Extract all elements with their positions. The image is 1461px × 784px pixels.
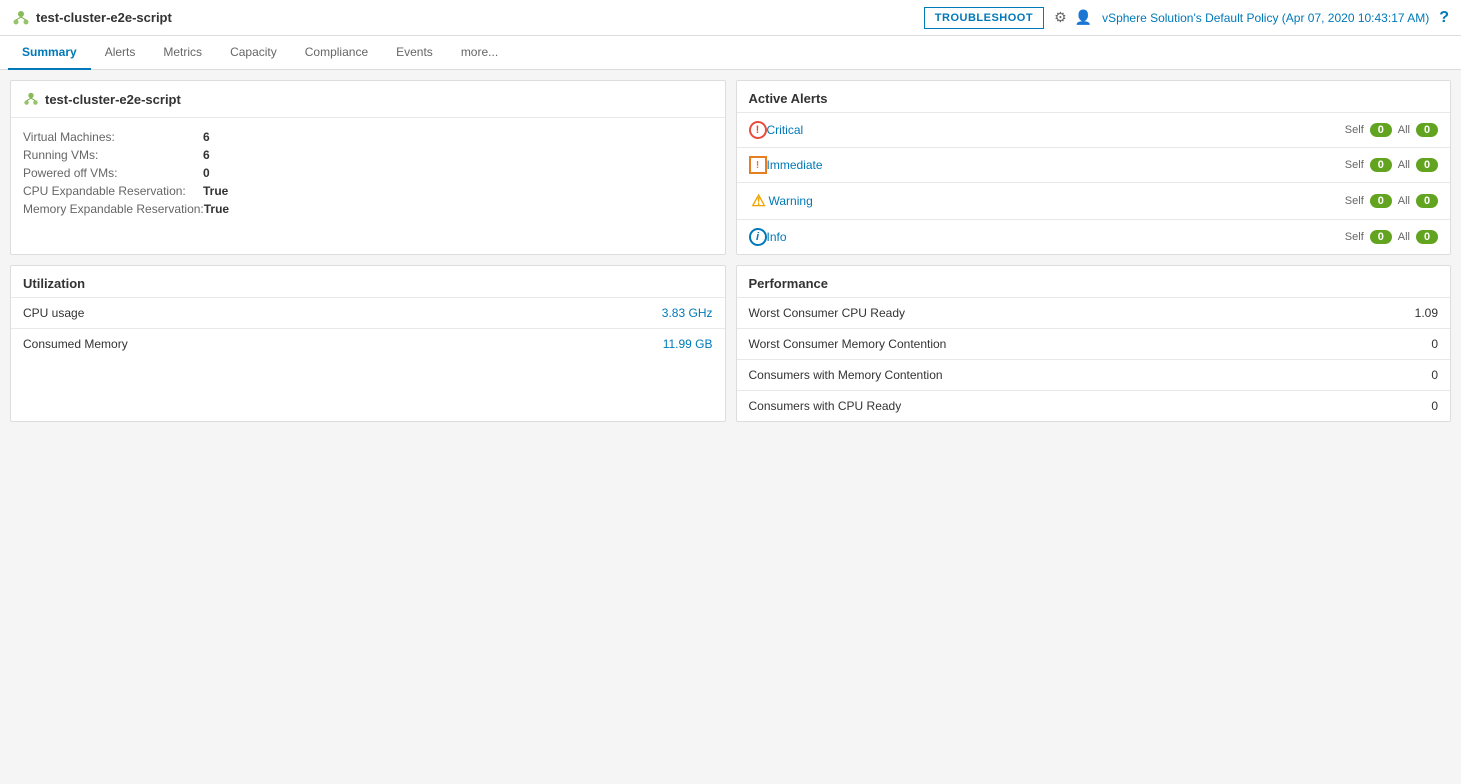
util-name-cpu: CPU usage [23, 306, 84, 320]
top-bar-right: TROUBLESHOOT ⚙ 👤 vSphere Solution's Defa… [924, 7, 1449, 29]
all-label-warning: All [1398, 195, 1410, 207]
top-bar-left: test-cluster-e2e-script [12, 9, 172, 27]
util-row-memory: Consumed Memory 11.99 GB [11, 329, 725, 359]
utilization-header: Utilization [11, 266, 725, 298]
info-row-cpu-expandable: CPU Expandable Reservation: True [23, 182, 713, 200]
all-count-warning: 0 [1416, 194, 1438, 208]
perf-value-cpu-ready: 1.09 [1415, 306, 1438, 320]
util-value-memory: 11.99 GB [663, 337, 713, 351]
cluster-name-title: test-cluster-e2e-script [36, 10, 172, 25]
info-row-running: Running VMs: 6 [23, 146, 713, 164]
performance-title: Performance [749, 276, 828, 291]
perf-row-consumers-mem: Consumers with Memory Contention 0 [737, 360, 1451, 391]
all-label-critical: All [1398, 124, 1410, 136]
alert-counts-info: Self 0 All 0 [1345, 230, 1438, 244]
util-name-memory: Consumed Memory [23, 337, 128, 351]
top-bar-icons: ⚙ 👤 [1054, 9, 1092, 26]
cluster-info-header: test-cluster-e2e-script [11, 81, 725, 118]
info-label-vms: Virtual Machines: [23, 130, 203, 144]
perf-value-mem-contention: 0 [1431, 337, 1438, 351]
nav-tabs: Summary Alerts Metrics Capacity Complian… [0, 36, 1461, 70]
perf-value-consumers-cpu: 0 [1431, 399, 1438, 413]
self-label-immediate: Self [1345, 159, 1364, 171]
alert-row-info: i Info Self 0 All 0 [737, 220, 1451, 254]
info-label-cpu-expandable: CPU Expandable Reservation: [23, 184, 203, 198]
util-value-cpu: 3.83 GHz [662, 306, 713, 320]
self-label-warning: Self [1345, 195, 1364, 207]
alert-name-immediate[interactable]: Immediate [767, 158, 1345, 172]
all-count-info: 0 [1416, 230, 1438, 244]
self-count-warning: 0 [1370, 194, 1392, 208]
all-label-info: All [1398, 231, 1410, 243]
info-value-powered-off: 0 [203, 166, 210, 180]
alerts-title: Active Alerts [749, 91, 828, 106]
info-label-running: Running VMs: [23, 148, 203, 162]
performance-card: Performance Worst Consumer CPU Ready 1.0… [736, 265, 1452, 422]
cluster-icon [12, 9, 30, 27]
self-label-critical: Self [1345, 124, 1364, 136]
info-value-vms: 6 [203, 130, 210, 144]
info-row-mem-expandable: Memory Expandable Reservation: True [23, 200, 713, 218]
alert-name-critical[interactable]: Critical [767, 123, 1345, 137]
all-count-critical: 0 [1416, 123, 1438, 137]
info-value-cpu-expandable: True [203, 184, 228, 198]
tab-metrics[interactable]: Metrics [149, 36, 216, 70]
all-count-immediate: 0 [1416, 158, 1438, 172]
cluster-info-card: test-cluster-e2e-script Virtual Machines… [10, 80, 726, 255]
info-label-powered-off: Powered off VMs: [23, 166, 203, 180]
perf-name-cpu-ready: Worst Consumer CPU Ready [749, 306, 906, 320]
info-value-mem-expandable: True [204, 202, 229, 216]
info-icon: i [749, 228, 767, 246]
alerts-header: Active Alerts [737, 81, 1451, 113]
self-count-immediate: 0 [1370, 158, 1392, 172]
tab-capacity[interactable]: Capacity [216, 36, 291, 70]
all-label-immediate: All [1398, 159, 1410, 171]
self-count-info: 0 [1370, 230, 1392, 244]
alert-row-immediate: ! Immediate Self 0 All 0 [737, 148, 1451, 183]
alert-counts-immediate: Self 0 All 0 [1345, 158, 1438, 172]
active-alerts-card: Active Alerts ! Critical Self 0 All 0 ! … [736, 80, 1452, 255]
top-bar: test-cluster-e2e-script TROUBLESHOOT ⚙ 👤… [0, 0, 1461, 36]
perf-name-consumers-cpu: Consumers with CPU Ready [749, 399, 902, 413]
cluster-info-table: Virtual Machines: 6 Running VMs: 6 Power… [11, 118, 725, 228]
immediate-icon: ! [749, 156, 767, 174]
perf-value-consumers-mem: 0 [1431, 368, 1438, 382]
utilization-card: Utilization CPU usage 3.83 GHz Consumed … [10, 265, 726, 422]
util-row-cpu: CPU usage 3.83 GHz [11, 298, 725, 329]
policy-link[interactable]: vSphere Solution's Default Policy (Apr 0… [1102, 11, 1429, 25]
alert-counts-critical: Self 0 All 0 [1345, 123, 1438, 137]
info-value-running: 6 [203, 148, 210, 162]
user-icon[interactable]: 👤 [1075, 9, 1092, 26]
performance-header: Performance [737, 266, 1451, 298]
alert-name-warning[interactable]: Warning [769, 194, 1345, 208]
utilization-title: Utilization [23, 276, 85, 291]
perf-name-consumers-mem: Consumers with Memory Contention [749, 368, 943, 382]
perf-row-cpu-ready: Worst Consumer CPU Ready 1.09 [737, 298, 1451, 329]
warning-icon: ⚠ [749, 191, 769, 211]
cluster-info-title: test-cluster-e2e-script [45, 92, 181, 107]
tab-compliance[interactable]: Compliance [291, 36, 382, 70]
self-count-critical: 0 [1370, 123, 1392, 137]
alert-counts-warning: Self 0 All 0 [1345, 194, 1438, 208]
info-row-powered-off: Powered off VMs: 0 [23, 164, 713, 182]
tab-events[interactable]: Events [382, 36, 447, 70]
main-content: test-cluster-e2e-script Virtual Machines… [0, 70, 1461, 432]
tab-alerts[interactable]: Alerts [91, 36, 150, 70]
help-icon[interactable]: ? [1439, 9, 1449, 27]
info-label-mem-expandable: Memory Expandable Reservation: [23, 202, 204, 216]
cluster-header-icon [23, 91, 39, 107]
critical-icon: ! [749, 121, 767, 139]
self-label-info: Self [1345, 231, 1364, 243]
alert-name-info[interactable]: Info [767, 230, 1345, 244]
info-row-vms: Virtual Machines: 6 [23, 128, 713, 146]
alert-row-warning: ⚠ Warning Self 0 All 0 [737, 183, 1451, 220]
tab-summary[interactable]: Summary [8, 36, 91, 70]
perf-row-consumers-cpu: Consumers with CPU Ready 0 [737, 391, 1451, 421]
troubleshoot-button[interactable]: TROUBLESHOOT [924, 7, 1044, 29]
perf-row-mem-contention: Worst Consumer Memory Contention 0 [737, 329, 1451, 360]
alert-row-critical: ! Critical Self 0 All 0 [737, 113, 1451, 148]
settings-icon[interactable]: ⚙ [1054, 9, 1067, 26]
perf-name-mem-contention: Worst Consumer Memory Contention [749, 337, 947, 351]
tab-more[interactable]: more... [447, 36, 512, 70]
